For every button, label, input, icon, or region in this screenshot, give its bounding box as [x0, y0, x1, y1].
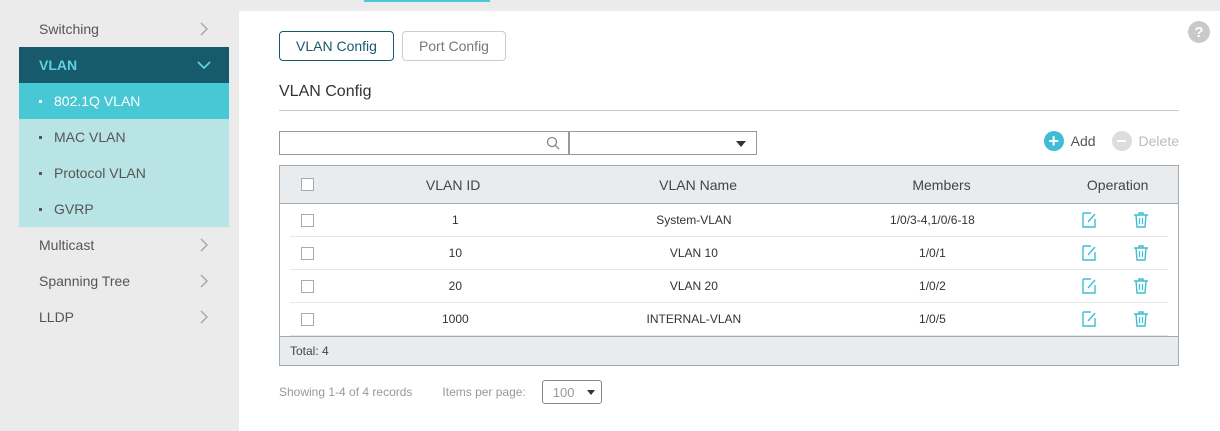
sidebar-item-spanning-tree[interactable]: Spanning Tree [19, 263, 229, 299]
tab-port-config[interactable]: Port Config [401, 31, 506, 61]
table-row: 10 VLAN 10 1/0/1 [290, 237, 1168, 270]
section-title: VLAN Config [279, 83, 372, 100]
sidebar-item-label: Spanning Tree [39, 273, 131, 289]
table-row: 20 VLAN 20 1/0/2 [290, 270, 1168, 303]
sidebar-subitem-gvrp[interactable]: GVRP [19, 191, 229, 227]
cell-members: 1/0/3-4,1/0/6-18 [890, 213, 975, 227]
items-per-page-select[interactable]: 100 [541, 380, 602, 404]
trash-icon[interactable] [1132, 277, 1150, 295]
help-icon[interactable]: ? [1188, 21, 1210, 43]
tab-vlan-config[interactable]: VLAN Config [279, 31, 394, 61]
sidebar-item-lldp[interactable]: LLDP [19, 299, 229, 335]
table-actions: + Add − Delete [1043, 131, 1179, 151]
sidebar-subitem-protocol-vlan[interactable]: Protocol VLAN [19, 155, 229, 191]
bullet-icon [39, 171, 42, 175]
records-summary: Showing 1-4 of 4 records [279, 385, 413, 399]
cell-vlan-id: 10 [448, 246, 463, 260]
sidebar-item-multicast[interactable]: Multicast [19, 227, 229, 263]
chevron-right-icon [200, 22, 209, 36]
row-checkbox-cell [290, 279, 325, 293]
sidebar-item-label: Switching [39, 21, 99, 37]
cell-vlan-name: VLAN 10 [669, 246, 718, 260]
pager: Showing 1-4 of 4 records Items per page:… [279, 380, 602, 404]
row-checkbox[interactable] [301, 213, 315, 227]
section-divider [279, 110, 1179, 111]
add-label: Add [1070, 133, 1096, 149]
row-checkbox-cell [290, 312, 325, 326]
header-vlan-name: VLAN Name [659, 176, 737, 193]
row-checkbox-cell [290, 246, 325, 260]
delete-label: Delete [1138, 133, 1179, 149]
cell-vlan-name: System-VLAN [656, 213, 732, 227]
row-checkbox-cell [290, 213, 325, 227]
cell-members: 1/0/5 [919, 312, 946, 326]
table-row: 1000 INTERNAL-VLAN 1/0/5 [290, 303, 1168, 336]
table-header: VLAN ID VLAN Name Members Operation [280, 166, 1178, 204]
add-button[interactable]: + Add [1043, 131, 1096, 151]
sidebar-item-vlan[interactable]: VLAN [19, 47, 229, 83]
chevron-right-icon [200, 274, 209, 288]
header-members: Members [912, 176, 971, 193]
cell-operation [1063, 244, 1168, 262]
items-per-page-value: 100 [552, 384, 575, 400]
sidebar-item-label: VLAN [39, 57, 78, 73]
cell-vlan-name: VLAN 20 [669, 279, 718, 293]
delete-button[interactable]: − Delete [1111, 131, 1179, 151]
row-checkbox[interactable] [301, 312, 315, 326]
dropdown-caret-icon [736, 141, 746, 147]
search-input[interactable] [279, 131, 569, 155]
sidebar-subitem-label: 802.1Q VLAN [54, 93, 141, 109]
bullet-icon [39, 135, 42, 139]
cell-vlan-id: 20 [448, 279, 463, 293]
edit-icon[interactable] [1080, 277, 1098, 295]
row-checkbox[interactable] [301, 279, 315, 293]
main-panel: ? VLAN Config Port Config VLAN Config + … [239, 11, 1220, 431]
trash-icon[interactable] [1132, 310, 1150, 328]
table-total: Total: 4 [280, 336, 1178, 365]
filter-select[interactable] [569, 131, 757, 155]
top-strip [0, 0, 1220, 10]
trash-icon[interactable] [1132, 211, 1150, 229]
sidebar: Switching VLAN 802.1Q VLAN MAC VLAN Prot… [19, 11, 229, 431]
edit-icon[interactable] [1080, 211, 1098, 229]
sidebar-subitem-label: GVRP [54, 201, 94, 217]
chevron-right-icon [200, 238, 209, 252]
edit-icon[interactable] [1080, 310, 1098, 328]
search-icon [546, 136, 560, 150]
tab-bar: VLAN Config Port Config [279, 31, 506, 61]
select-all-checkbox[interactable] [301, 178, 315, 191]
sidebar-subitem-label: MAC VLAN [54, 129, 126, 145]
bullet-icon [39, 207, 42, 211]
dropdown-caret-icon [586, 390, 595, 395]
add-circle-icon: + [1043, 131, 1064, 151]
sidebar-subitem-8021q-vlan[interactable]: 802.1Q VLAN [19, 83, 229, 119]
top-accent-bar [364, 0, 490, 2]
table-row: 1 System-VLAN 1/0/3-4,1/0/6-18 [290, 204, 1168, 237]
sidebar-subitem-label: Protocol VLAN [54, 165, 146, 181]
vlan-table: VLAN ID VLAN Name Members Operation 1 Sy… [279, 165, 1179, 366]
sidebar-subitem-mac-vlan[interactable]: MAC VLAN [19, 119, 229, 155]
sidebar-item-switching[interactable]: Switching [19, 11, 229, 47]
chevron-down-icon [197, 61, 211, 70]
header-operation: Operation [1086, 176, 1149, 193]
bullet-icon [39, 99, 42, 103]
cell-vlan-name: INTERNAL-VLAN [646, 312, 742, 326]
cell-vlan-id: 1000 [442, 312, 469, 326]
chevron-right-icon [200, 310, 209, 324]
cell-operation [1063, 310, 1168, 328]
cell-vlan-id: 1 [452, 213, 459, 227]
cell-operation [1063, 211, 1168, 229]
sidebar-item-label: Multicast [39, 237, 95, 253]
edit-icon[interactable] [1080, 244, 1098, 262]
sidebar-item-label: LLDP [39, 309, 75, 325]
row-checkbox[interactable] [301, 246, 315, 260]
header-vlan-id: VLAN ID [425, 176, 481, 193]
trash-icon[interactable] [1132, 244, 1150, 262]
items-per-page-label: Items per page: [442, 385, 526, 399]
delete-circle-icon: − [1111, 131, 1132, 151]
cell-operation [1063, 277, 1168, 295]
header-checkbox-cell [280, 178, 336, 191]
cell-members: 1/0/2 [919, 279, 946, 293]
cell-members: 1/0/1 [919, 246, 946, 260]
